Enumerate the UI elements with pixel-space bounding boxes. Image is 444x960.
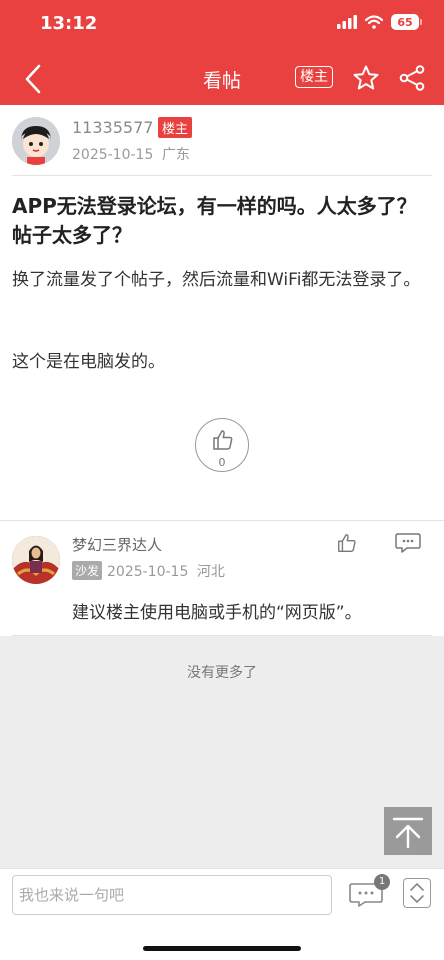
- floor-tag: 沙发: [72, 561, 103, 580]
- reply-meta: 2025-10-15 河北: [107, 561, 225, 581]
- post-author-section: 11335577 楼主 2025-10-15 广东: [0, 105, 444, 175]
- avatar-photo-icon: [12, 536, 60, 584]
- share-icon[interactable]: [398, 64, 426, 92]
- owner-only-toggle[interactable]: 楼主: [295, 66, 333, 88]
- reply-author-name[interactable]: 梦幻三界达人: [72, 534, 162, 555]
- post-meta: 2025-10-15 广东: [72, 144, 190, 164]
- author-avatar[interactable]: [12, 117, 60, 165]
- list-end-area: 没有更多了: [0, 636, 444, 868]
- post-paragraph: 这个是在电脑发的。: [12, 352, 165, 372]
- reply-location: 河北: [196, 564, 225, 580]
- battery-icon: 65: [391, 14, 422, 30]
- reply-avatar[interactable]: [12, 536, 60, 584]
- post-paragraph: 换了流量发了个帖子，然后流量和WiFi都无法登录了。: [12, 270, 421, 290]
- back-to-top-button[interactable]: [384, 807, 432, 855]
- status-icons: 65: [337, 14, 422, 30]
- comment-icon[interactable]: [395, 532, 421, 554]
- signal-icon: [337, 15, 357, 29]
- author-name[interactable]: 11335577: [72, 118, 153, 137]
- thumbs-up-icon[interactable]: [336, 532, 358, 554]
- post-location: 广东: [161, 147, 190, 163]
- chevron-up-down-icon: [410, 883, 424, 903]
- home-indicator: [143, 946, 301, 951]
- post-like-button[interactable]: 0: [195, 418, 249, 472]
- like-count: 0: [218, 456, 226, 469]
- app-header: 13:12 65 看帖 楼主: [0, 0, 444, 105]
- arrow-up-icon: [392, 817, 424, 849]
- star-icon[interactable]: [352, 64, 380, 92]
- post-date: 2025-10-15: [72, 147, 154, 163]
- divider: [12, 175, 432, 176]
- reply-text: 建议楼主使用电脑或手机的“网页版”。: [72, 603, 362, 623]
- reply-date: 2025-10-15: [107, 564, 189, 580]
- bottom-bar: 1: [0, 868, 444, 960]
- reply-input[interactable]: [12, 875, 332, 915]
- no-more-label: 没有更多了: [187, 665, 257, 681]
- thumbs-up-icon: [213, 430, 233, 450]
- owner-badge: 楼主: [158, 117, 193, 138]
- avatar-cartoon-icon: [12, 117, 60, 165]
- wifi-icon: [365, 15, 383, 29]
- comment-count-badge: 1: [374, 874, 390, 890]
- battery-level: 65: [391, 14, 419, 30]
- status-time: 13:12: [40, 13, 98, 34]
- page-jump-button[interactable]: [403, 878, 431, 908]
- reply-item: 梦幻三界达人 沙发 2025-10-15 河北 建议楼主使用电脑或手机的“网页版…: [0, 522, 444, 636]
- divider: [0, 520, 444, 521]
- post-title: APP无法登录论坛，有一样的吗。人太多了？帖子太多了？: [12, 194, 417, 247]
